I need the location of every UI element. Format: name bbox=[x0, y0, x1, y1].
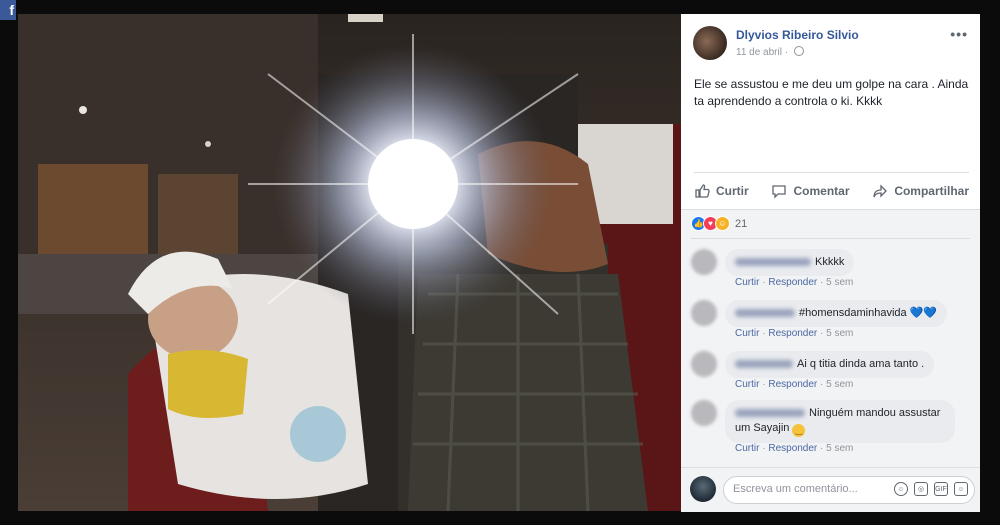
blue-heart-icon: 💙💙 bbox=[909, 307, 938, 319]
commenter-name[interactable] bbox=[735, 409, 805, 418]
camera-icon[interactable]: ◎ bbox=[914, 482, 928, 496]
comment-like-link[interactable]: Curtir bbox=[735, 277, 759, 288]
commenter-name[interactable] bbox=[735, 258, 811, 267]
comment-composer: Escreva um comentário... ☺ ◎ GIF ☺ bbox=[681, 467, 980, 512]
commenter-name[interactable] bbox=[735, 360, 793, 369]
composer-icons: ☺ ◎ GIF ☺ bbox=[894, 482, 968, 496]
comment-text: Ai q titia dinda ama tanto . bbox=[797, 358, 925, 370]
comment-time[interactable]: 5 sem bbox=[826, 277, 853, 288]
share-arrow-icon bbox=[873, 184, 888, 198]
comment-text-line1: Ninguém mandou assustar bbox=[809, 407, 941, 419]
author-name[interactable]: Dlyvios Ribeiro Silvio bbox=[736, 28, 859, 42]
reactions-count[interactable]: 21 bbox=[735, 218, 747, 230]
comment-time[interactable]: 5 sem bbox=[826, 443, 853, 454]
comment-reply-link[interactable]: Responder bbox=[768, 379, 817, 390]
emoji-icon[interactable]: ☺ bbox=[894, 482, 908, 496]
haha-reaction-icon: ☺ bbox=[715, 216, 730, 231]
speech-bubble-icon bbox=[772, 185, 787, 199]
commenter-name[interactable] bbox=[735, 309, 795, 318]
smile-emoji-icon: ‿ bbox=[792, 424, 806, 437]
gif-icon[interactable]: GIF bbox=[934, 482, 948, 496]
comment-meta: Curtir · Responder · 5 sem bbox=[735, 277, 854, 288]
post-actions: Curtir Comentar Compartilhar bbox=[694, 172, 969, 209]
post-panel: Dlyvios Ribeiro Silvio 11 de abril · •••… bbox=[681, 14, 980, 512]
comment-meta: Curtir · Responder · 5 sem bbox=[735, 328, 854, 339]
commenter-avatar[interactable] bbox=[691, 249, 717, 275]
comment-reply-link[interactable]: Responder bbox=[768, 443, 817, 454]
comment-reply-link[interactable]: Responder bbox=[768, 277, 817, 288]
sticker-icon[interactable]: ☺ bbox=[954, 482, 968, 496]
globe-icon bbox=[793, 46, 804, 56]
thumbs-up-icon bbox=[695, 184, 710, 198]
comment-bubble: #homensdaminhavida 💙💙 bbox=[725, 300, 948, 327]
post-date-text[interactable]: 11 de abril bbox=[736, 47, 782, 58]
commenter-avatar[interactable] bbox=[691, 351, 717, 377]
comment-like-link[interactable]: Curtir bbox=[735, 379, 759, 390]
comment-like-link[interactable]: Curtir bbox=[735, 328, 759, 339]
comment-time[interactable]: 5 sem bbox=[826, 328, 853, 339]
comment-time[interactable]: 5 sem bbox=[826, 379, 853, 390]
more-options-icon[interactable]: ••• bbox=[950, 26, 968, 42]
facebook-logo-icon[interactable]: f bbox=[0, 0, 16, 20]
comment-bubble: Ai q titia dinda ama tanto . bbox=[725, 351, 935, 378]
commenter-avatar[interactable] bbox=[691, 400, 717, 426]
comment-meta: Curtir · Responder · 5 sem bbox=[735, 443, 854, 454]
comment-text: #homensdaminhavida bbox=[799, 307, 907, 319]
comment-text-line2: um Sayajin bbox=[735, 422, 790, 434]
like-label: Curtir bbox=[716, 184, 749, 198]
post-date[interactable]: 11 de abril · bbox=[736, 46, 804, 58]
comment-bubble: Ninguém mandou assustar um Sayajin ‿ bbox=[725, 400, 955, 443]
divider bbox=[691, 238, 970, 239]
comment-bubble: Kkkkk bbox=[725, 249, 855, 276]
comment-text: Kkkkk bbox=[815, 256, 845, 268]
reactions-summary[interactable]: 👍 ♥ ☺ 21 bbox=[691, 216, 747, 231]
post-text: Ele se assustou e me deu um golpe na car… bbox=[694, 77, 969, 108]
current-user-avatar[interactable] bbox=[690, 476, 716, 502]
comment-button[interactable]: Comentar bbox=[771, 183, 850, 199]
comment-meta: Curtir · Responder · 5 sem bbox=[735, 379, 854, 390]
post-header: Dlyvios Ribeiro Silvio 11 de abril · ••• bbox=[681, 14, 980, 74]
comment-like-link[interactable]: Curtir bbox=[735, 443, 759, 454]
author-avatar[interactable] bbox=[693, 26, 727, 60]
comment-input[interactable]: Escreva um comentário... ☺ ◎ GIF ☺ bbox=[723, 476, 975, 504]
comment-label: Comentar bbox=[793, 184, 850, 198]
comment-input-placeholder: Escreva um comentário... bbox=[733, 483, 858, 495]
share-label: Compartilhar bbox=[894, 184, 969, 198]
post-photo[interactable] bbox=[18, 14, 681, 511]
share-button[interactable]: Compartilhar bbox=[872, 183, 969, 199]
comment-reply-link[interactable]: Responder bbox=[768, 328, 817, 339]
like-button[interactable]: Curtir bbox=[694, 183, 749, 199]
commenter-avatar[interactable] bbox=[691, 300, 717, 326]
photo-scene bbox=[18, 14, 681, 511]
